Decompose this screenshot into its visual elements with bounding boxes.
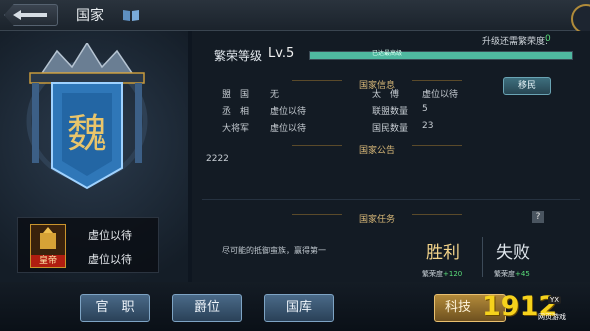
announcement-text: 2222 (206, 154, 229, 164)
info-value-chancellor: 虚位以待 (270, 107, 307, 117)
reward-divider (482, 237, 483, 277)
info-label-general: 大将军 (222, 124, 250, 134)
announcement-section-header: 国家公告 (292, 138, 462, 156)
migrate-button[interactable]: 移民 (503, 77, 551, 95)
info-label-chancellor: 丞 相 (222, 107, 250, 117)
upgrade-requirement-label: 升级还需繁荣度: (482, 37, 549, 47)
prosperity-bar-text: 已达最高级 (372, 50, 403, 57)
emperor-seat[interactable]: 皇帝 虚位以待 虚位以待 (17, 217, 159, 273)
book-icon[interactable] (122, 7, 140, 21)
site-watermark-logo: 1912 YX 网页游戏 (476, 291, 586, 326)
prosperity-level: Lv.5 (268, 46, 295, 61)
officials-tab-button[interactable]: 官 职 (80, 294, 150, 322)
back-arrow-icon (13, 10, 47, 20)
svg-text:魏: 魏 (67, 111, 107, 157)
mission-description: 尽可能的抵御蛮族，赢得第一 (222, 246, 326, 255)
info-label-alliance-count: 联盟数量 (372, 107, 409, 117)
defeat-reward: 繁荣度+45 (494, 269, 530, 279)
treasury-tab-button[interactable]: 国库 (264, 294, 334, 322)
emperor-holder: 虚位以待 (88, 229, 132, 242)
defeat-reward-label: 繁荣度 (494, 270, 515, 278)
info-value-ally: 无 (270, 90, 280, 100)
upgrade-requirement-value: 0 (545, 34, 551, 44)
prosperity-progress-fill (310, 52, 572, 59)
nation-banner-icon: 魏 (22, 41, 152, 222)
info-value-general: 虚位以待 (270, 124, 307, 134)
info-value-tutor: 虚位以待 (422, 90, 459, 100)
victory-reward: 繁荣度+120 (422, 269, 462, 279)
victory-title: 胜利 (426, 243, 460, 263)
defeat-title: 失败 (496, 243, 530, 263)
watermark-subtitle: 网页游戏 (538, 313, 566, 321)
page-title: 国家 (76, 8, 104, 24)
emperor-seal-icon: 皇帝 (30, 224, 66, 268)
info-section-header: 国家信息 (292, 73, 462, 91)
victory-reward-label: 繁荣度 (422, 270, 443, 278)
prosperity-label: 繁荣等级 (214, 49, 263, 63)
help-icon[interactable]: ? (532, 211, 544, 223)
victory-reward-value: +120 (443, 270, 463, 278)
info-label-ally: 盟 国 (222, 90, 250, 100)
empress-holder: 虚位以待 (88, 253, 132, 266)
defeat-reward-value: +45 (515, 270, 530, 278)
top-bar: 国家 (0, 0, 590, 34)
back-button[interactable] (4, 4, 58, 26)
nobility-tab-button[interactable]: 爵位 (172, 294, 242, 322)
mission-section-title: 国家任务 (358, 215, 395, 225)
info-label-citizen-count: 国民数量 (372, 124, 409, 134)
watermark-yx: YX (548, 296, 562, 304)
corner-emblem-icon[interactable] (571, 4, 590, 34)
prosperity-progress-bar (309, 51, 573, 60)
info-label-tutor: 太 傅 (372, 90, 400, 100)
emperor-title: 皇帝 (31, 255, 65, 267)
info-value-citizen-count: 23 (422, 121, 434, 131)
announcement-section-title: 国家公告 (358, 146, 395, 156)
info-value-alliance-count: 5 (422, 104, 428, 114)
mission-section-header: 国家任务 (292, 207, 462, 225)
divider (202, 199, 580, 200)
